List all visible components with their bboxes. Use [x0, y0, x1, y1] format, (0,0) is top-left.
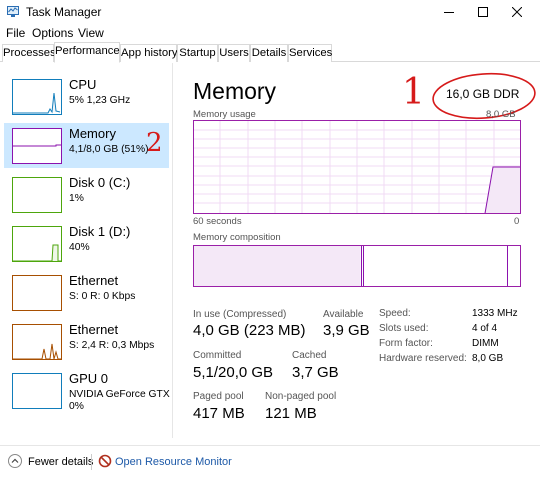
footer-bar: Fewer details Open Resource Monitor	[0, 445, 540, 481]
memory-composition-bar	[193, 245, 521, 287]
menu-bar: File Options View	[0, 25, 540, 41]
sidebar-subtitle: 1%	[69, 193, 84, 204]
title-bar: Task Manager	[0, 0, 540, 24]
sidebar-title: Disk 1 (D:)	[69, 224, 131, 239]
speed-value: 1333 MHz	[472, 308, 518, 319]
tab-processes[interactable]: Processes	[2, 44, 56, 62]
sidebar-subtitle-2: 0%	[69, 401, 84, 412]
fewer-details-link[interactable]: Fewer details	[28, 456, 93, 468]
sidebar-subtitle: NVIDIA GeForce GTX 660	[69, 389, 172, 400]
non-paged-pool-label: Non-paged pool	[265, 391, 337, 402]
paged-pool-label: Paged pool	[193, 391, 244, 402]
available-value: 3,9 GB	[323, 322, 370, 339]
form-factor-label: Form factor:	[379, 338, 433, 349]
sidebar-subtitle: 40%	[69, 242, 90, 253]
hardware-reserved-label: Hardware reserved:	[379, 353, 467, 364]
window-title: Task Manager	[26, 5, 102, 19]
sidebar-item-memory[interactable]: Memory 4,1/8,0 GB (51%)	[4, 123, 169, 168]
time-end: 0	[514, 216, 520, 227]
cached-label: Cached	[292, 350, 327, 361]
chevron-up-icon[interactable]	[8, 454, 22, 468]
slots-used-label: Slots used:	[379, 323, 429, 334]
in-use-segment	[193, 245, 361, 287]
sidebar-item-ethernet-2[interactable]: Ethernet S: 2,4 R: 0,3 Mbps	[4, 319, 169, 364]
tab-details[interactable]: Details	[250, 44, 288, 62]
sidebar-title: Memory	[69, 126, 116, 141]
page-title: Memory	[193, 78, 277, 104]
in-use-value: 4,0 GB (223 MB)	[193, 322, 306, 339]
ethernet-2-thumbnail	[12, 324, 62, 360]
memory-thumbnail	[12, 128, 62, 164]
sidebar-title: CPU	[69, 77, 97, 92]
ethernet-1-thumbnail	[12, 275, 62, 311]
annotation-two: 2	[146, 128, 163, 158]
task-manager-icon	[7, 6, 19, 17]
sidebar-subtitle: 5% 1,23 GHz	[69, 95, 131, 106]
paged-pool-value: 417 MB	[193, 405, 245, 422]
menu-file[interactable]: File	[6, 26, 25, 40]
slots-used-value: 4 of 4	[472, 323, 498, 334]
usage-max: 8,0 GB	[486, 109, 516, 120]
in-use-label: In use (Compressed)	[193, 309, 287, 320]
tab-performance[interactable]: Performance	[54, 42, 120, 63]
tab-users[interactable]: Users	[218, 44, 250, 62]
non-paged-pool-value: 121 MB	[265, 405, 317, 422]
resource-monitor-icon	[98, 454, 112, 468]
usage-label: Memory usage	[193, 109, 256, 120]
close-icon	[512, 7, 522, 17]
sidebar-subtitle: S: 2,4 R: 0,3 Mbps	[69, 340, 155, 351]
committed-label: Committed	[193, 350, 242, 361]
gpu-thumbnail	[12, 373, 62, 409]
sidebar-title: GPU 0	[69, 371, 109, 386]
usage-area	[484, 166, 521, 214]
close-button[interactable]	[500, 0, 534, 24]
disk-0-thumbnail	[12, 177, 62, 213]
speed-label: Speed:	[379, 308, 411, 319]
sidebar-item-cpu[interactable]: CPU 5% 1,23 GHz	[4, 74, 169, 119]
sidebar-item-disk-1[interactable]: Disk 1 (D:) 40%	[4, 221, 169, 266]
composition-label: Memory composition	[193, 232, 281, 243]
open-resource-monitor-link[interactable]: Open Resource Monitor	[115, 456, 232, 468]
maximize-button[interactable]	[466, 0, 500, 24]
hardware-reserved-value: 8,0 GB	[472, 353, 504, 364]
disk-1-thumbnail	[12, 226, 62, 262]
sidebar-title: Ethernet	[69, 322, 119, 337]
sidebar-subtitle: 4,1/8,0 GB (51%)	[69, 144, 149, 155]
form-factor-value: DIMM	[472, 338, 499, 349]
cpu-thumbnail	[12, 79, 62, 115]
committed-value: 5,1/20,0 GB	[193, 364, 274, 381]
tab-app-history[interactable]: App history	[120, 44, 178, 62]
annotation-one: 1	[402, 72, 425, 113]
minimize-icon	[444, 12, 454, 13]
sidebar-title: Disk 0 (C:)	[69, 175, 131, 190]
sidebar-item-disk-0[interactable]: Disk 0 (C:) 1%	[4, 172, 169, 217]
sidebar-subtitle: S: 0 R: 0 Kbps	[69, 291, 136, 302]
menu-view[interactable]: View	[78, 26, 104, 40]
resource-sidebar: CPU 5% 1,23 GHz Memory 4,1/8,0 GB (51%) …	[0, 63, 173, 438]
menu-options[interactable]: Options	[32, 26, 73, 40]
minimize-button[interactable]	[432, 0, 466, 24]
memory-usage-graph	[193, 120, 521, 214]
graph-grid	[193, 120, 521, 214]
available-label: Available	[323, 309, 364, 320]
sidebar-item-gpu[interactable]: GPU 0 NVIDIA GeForce GTX 660 0%	[4, 368, 172, 418]
cached-value: 3,7 GB	[292, 364, 339, 381]
sidebar-title: Ethernet	[69, 273, 119, 288]
sidebar-item-ethernet-1[interactable]: Ethernet S: 0 R: 0 Kbps	[4, 270, 169, 315]
maximize-icon	[478, 7, 488, 17]
time-label: 60 seconds	[193, 216, 242, 227]
tab-startup[interactable]: Startup	[177, 44, 218, 62]
footer-divider	[91, 454, 92, 470]
tab-strip: Processes Performance App history Startu…	[0, 42, 540, 63]
tab-services[interactable]: Services	[288, 44, 332, 62]
